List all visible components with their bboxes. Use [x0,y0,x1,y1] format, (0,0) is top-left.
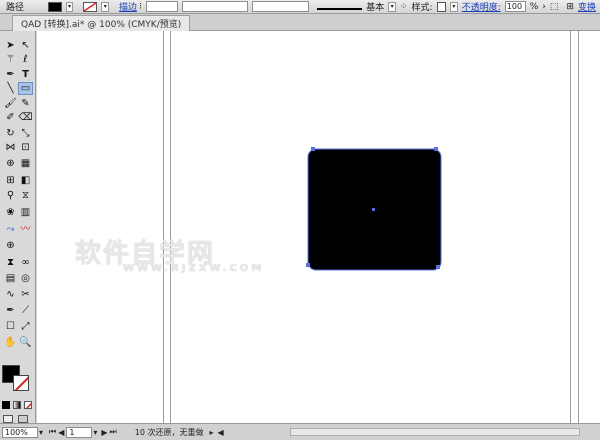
warp-tool-icon[interactable]: ⧗ [3,256,18,269]
none-mode-icon[interactable] [24,401,32,409]
prev-page-icon[interactable]: ◀ [58,428,64,437]
anchor-point-tr[interactable] [434,147,438,151]
twirl-tool-icon[interactable]: ∞ [18,256,33,269]
scroll-left-icon[interactable]: ◀ [218,428,224,437]
base-label: 基本 [366,3,385,13]
status-bar: 100% ▾ ⏮ ◀ 1 ▾ ▶ ⏭ 10 次还原，无重做 ▸ ◀ [0,423,600,440]
magic-wand-tool-icon[interactable]: ⚚ [3,53,18,66]
fill-swatch[interactable] [47,1,62,13]
anchor-point-bl[interactable] [306,263,310,267]
artboard-tool-icon[interactable]: ⤳ [3,223,18,236]
opacity-link[interactable]: 不透明度: [462,1,501,13]
artboard-frame-tool-icon[interactable]: ☐ [3,320,18,333]
canvas-area[interactable]: 软件自学网 WWW.RJZXW.COM [37,31,600,423]
free-transform-tool-icon[interactable]: ⊡ [18,141,33,154]
zoom-dropdown-icon[interactable]: ▾ [39,428,43,437]
path-label: 路径 [6,3,25,13]
document-tab-title: QAD [转换].ai* @ 100% (CMYK/预览) [21,20,182,30]
crosshair-icon[interactable]: ⊕ [3,239,18,252]
center-point [372,208,375,211]
slice-tool-icon[interactable]: 〰 [18,223,33,236]
gradient-tool-icon[interactable]: ◧ [18,174,33,187]
stroke-weight-field[interactable] [145,1,179,12]
status-message: 10 次还原，无重做 [134,427,204,437]
style-label: 样式: [411,3,433,13]
zoom-tool-icon[interactable]: 🔍 [18,336,33,349]
watermark-sub: WWW.RJZXW.COM [123,263,265,274]
recolor-icon[interactable]: ⬚ [550,1,559,13]
selection-tool-icon[interactable]: ➤ [3,39,18,52]
stroke-color-box[interactable] [13,375,29,391]
page-dropdown-icon[interactable]: ▾ [93,428,97,437]
pen-tool-icon[interactable]: ✒ [3,68,18,81]
perspective-grid-tool-icon[interactable]: ▦ [18,157,33,170]
knife-tool-icon[interactable]: ⟋ [18,304,33,317]
scissors-tool-icon[interactable]: ✂ [18,288,33,301]
document-tab-bar: QAD [转换].ai* @ 100% (CMYK/预览) [0,14,600,31]
mesh-tool-icon[interactable]: ⊞ [3,174,18,187]
base-dropdown-icon[interactable]: ▾ [388,1,396,12]
artwork-layer [306,147,442,271]
brush-stroke-preview[interactable] [317,3,363,10]
column-graph-tool-icon[interactable]: ▥ [18,206,33,219]
stroke-link[interactable]: 描边 [119,1,137,13]
graph-tool-icon[interactable]: ▤ [3,272,18,285]
line-tool-icon[interactable]: ╲ [3,82,18,95]
brush-definition-field[interactable] [252,1,309,12]
hand-tool-icon[interactable]: ✋ [3,336,18,349]
document-tab[interactable]: QAD [转换].ai* @ 100% (CMYK/预览) [12,15,191,31]
rectangle-tool-icon[interactable]: ▭ [18,82,33,95]
anchor-point-br[interactable] [436,265,440,269]
stroke-swatch[interactable] [83,1,98,13]
rotate-tool-icon[interactable]: ↻ [3,127,18,140]
style-swatch[interactable] [436,1,447,12]
direct-selection-tool-icon[interactable]: ↖ [18,39,33,52]
transform-link[interactable]: 变换 [578,1,596,13]
horizontal-scrollbar[interactable] [290,428,580,436]
print-tiling-tool-icon[interactable]: ⤢ [18,320,33,333]
lasso-tool-icon[interactable]: ℓ [18,53,33,66]
next-page-icon[interactable]: ▶ [101,428,107,437]
status-menu-icon[interactable]: ▸ [209,428,213,437]
screen-mode-icon[interactable] [18,415,28,423]
align-icon[interactable]: ⊞ [566,1,574,13]
zoom-field[interactable]: 100% [2,426,38,438]
type-tool-icon[interactable]: T [18,68,33,81]
last-page-icon[interactable]: ⏭ [110,427,117,437]
shape-builder-tool-icon[interactable]: ⊕ [3,157,18,170]
blob-brush-tool-icon[interactable]: ✐ [3,111,18,124]
symbol-tool-icon[interactable]: ◎ [18,272,33,285]
control-bar: 路径 ▾ ▾ 描边 ⁝ 基本 ▾ ⁘ 样式: ▾ 不透明度: 100 % › ⬚… [0,0,600,14]
gradient-mode-icon[interactable] [13,401,21,409]
blend-alt-tool-icon[interactable]: ∿ [3,288,18,301]
width-tool-icon[interactable]: ⋈ [3,141,18,154]
symbol-sprayer-tool-icon[interactable]: ❀ [3,206,18,219]
stroke-stepper-icon[interactable]: ⁝ [139,1,142,13]
variable-width-field[interactable] [182,1,249,12]
toolbox: ➤ ↖ ⚚ ℓ ✒ T ╲ ▭ 🖌 ✎ ✐ ⌫ ↻ ⤡ ⋈ ⊡ ⊕ ▦ ⊞ ◧ … [0,31,36,430]
style-dropdown-icon[interactable]: ▾ [450,1,458,12]
scale-tool-icon[interactable]: ⤡ [18,127,33,140]
anchor-point-tl[interactable] [311,147,315,151]
pencil-tool-icon[interactable]: ✎ [18,97,33,110]
stroke-dropdown-icon[interactable]: ▾ [101,1,110,12]
fill-dropdown-icon[interactable]: ▾ [65,1,74,12]
first-page-icon[interactable]: ⏮ [49,427,56,437]
opacity-field[interactable]: 100 [504,1,526,12]
paintbrush-tool-icon[interactable]: 🖌 [3,97,18,110]
opacity-mode-icon[interactable]: ⁘ [400,1,408,13]
page-field[interactable]: 1 [66,426,93,438]
draw-mode-icon[interactable] [3,415,13,423]
measure-tool-icon[interactable]: ✒ [3,304,18,317]
blend-tool-icon[interactable]: ⧖ [18,189,33,202]
percent-sign: % [529,1,539,12]
eraser-tool-icon[interactable]: ⌫ [18,111,33,124]
opacity-arrow-icon[interactable]: › [542,1,546,13]
color-mode-icon[interactable] [2,401,10,409]
eyedropper-tool-icon[interactable]: ⚲ [3,189,18,202]
